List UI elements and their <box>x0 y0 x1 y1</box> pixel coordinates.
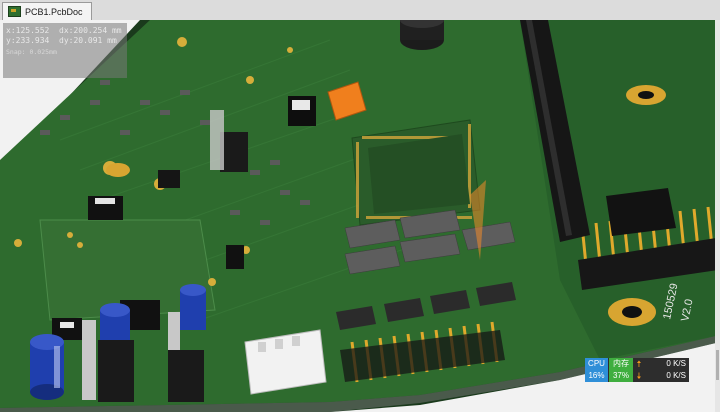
scrollbar-thumb[interactable] <box>716 350 719 380</box>
arrow-down-icon: 🠇 <box>636 371 642 381</box>
mounting-hole <box>608 298 656 326</box>
upload-speed: 0 K/S <box>666 359 686 368</box>
memory-value: 37% <box>609 370 633 382</box>
blue-capacitor <box>30 334 64 400</box>
pcb-3d-viewport[interactable]: 150529 V2.0 x:125.552 dx:200.254 mm y:23… <box>0 20 720 412</box>
arrow-up-icon: 🠅 <box>636 359 642 369</box>
pcb-board-render: 150529 V2.0 <box>0 20 720 412</box>
cpu-value: 16% <box>585 370 608 382</box>
cursor-y: y:233.934 <box>6 36 50 45</box>
tab-label: PCB1.PcbDoc <box>25 6 83 17</box>
system-monitor-widget: CPU 16% 内存 37% 🠅 🠇 0 K/S 0 K/S <box>585 358 689 382</box>
cpu-label: CPU <box>585 358 608 370</box>
vertical-scrollbar[interactable] <box>715 20 720 412</box>
download-speed: 0 K/S <box>666 371 686 380</box>
pcb-document-icon <box>8 6 21 17</box>
document-tab-bar: PCB1.PcbDoc <box>0 0 720 21</box>
memory-label: 内存 <box>609 358 633 370</box>
coordinate-readout: x:125.552 dx:200.254 mm y:233.934 dy:20.… <box>3 23 127 78</box>
delta-y: dy:20.091 mm <box>59 36 117 45</box>
delta-x: dx:200.254 mm <box>59 26 122 35</box>
cursor-x: x:125.552 <box>6 26 50 35</box>
white-connector <box>244 329 327 395</box>
snap-value: Snap: 0.025mm <box>6 48 57 56</box>
tab-pcb1-pcbdoc[interactable]: PCB1.PcbDoc <box>2 2 92 20</box>
